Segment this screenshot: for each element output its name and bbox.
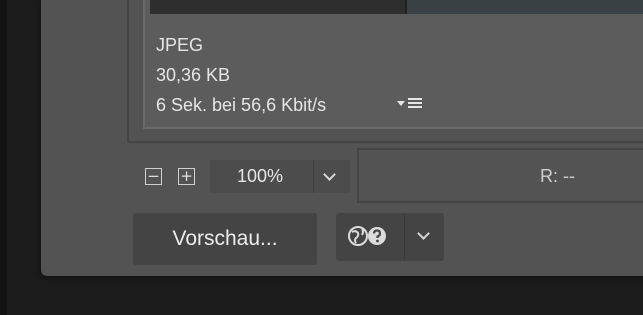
browser-help-icon[interactable] bbox=[347, 225, 393, 247]
file-size-label: 30,36 KB bbox=[156, 65, 231, 85]
color-readout-panel bbox=[357, 148, 643, 203]
preview-in-browser-button[interactable]: Vorschau... bbox=[133, 213, 317, 265]
download-time-label: 6 Sek. bei 56,6 Kbit/s bbox=[156, 95, 327, 115]
window-edge bbox=[0, 0, 7, 315]
preview-image-content bbox=[405, 0, 643, 14]
download-speed-menu-icon[interactable] bbox=[397, 96, 427, 112]
zoom-divider bbox=[313, 160, 314, 193]
browser-select-divider bbox=[404, 213, 405, 261]
format-label: JPEG bbox=[156, 35, 204, 55]
zoom-out-button[interactable]: − bbox=[145, 168, 162, 185]
preview-image[interactable] bbox=[150, 0, 643, 14]
zoom-in-button[interactable]: + bbox=[178, 168, 195, 185]
red-channel-readout: R: -- bbox=[540, 166, 575, 186]
zoom-level-value: 100% bbox=[236, 166, 284, 186]
